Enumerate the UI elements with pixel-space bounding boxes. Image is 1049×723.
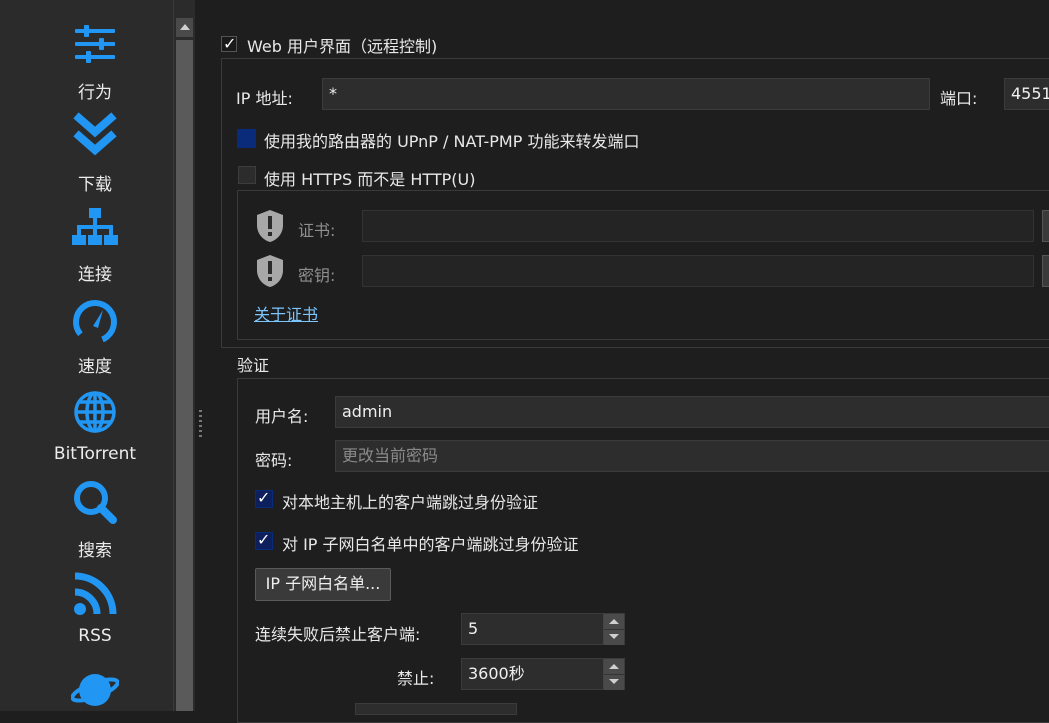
ip-whitelist-button[interactable]: IP 子网白名单...: [255, 568, 391, 601]
sidebar-item-label: BitTorrent: [53, 444, 137, 464]
port-label: 端口:: [940, 89, 978, 108]
sidebar-item-label: 行为: [78, 83, 112, 103]
ip-address-label: IP 地址:: [236, 89, 293, 108]
sidebar-item-label: 下载: [78, 175, 112, 195]
webui-settings-panel: Web 用户界面（远程控制) IP 地址: * 端口: 4551 使用我的路由器…: [207, 0, 1049, 723]
key-input[interactable]: [362, 255, 1034, 287]
spin-down-arrow-icon[interactable]: [604, 629, 624, 645]
splitter-handle[interactable]: [195, 0, 207, 711]
spin-down-arrow-icon[interactable]: [604, 674, 624, 690]
planet-icon: [71, 674, 119, 706]
sidebar-item-behavior[interactable]: 行为: [0, 22, 190, 103]
sidebar-item-label: RSS: [78, 626, 112, 646]
https-checkbox[interactable]: [238, 166, 256, 184]
sidebar-scrollbar[interactable]: [173, 0, 196, 711]
sidebar-item-label: 搜索: [78, 541, 112, 561]
ban-after-failures-spinbox[interactable]: 5: [461, 613, 625, 645]
about-certificates-link[interactable]: 关于证书: [254, 301, 318, 325]
port-input[interactable]: 4551: [1004, 78, 1049, 110]
sidebar-item-downloads[interactable]: 下载: [0, 112, 190, 195]
certificate-label: 证书:: [298, 221, 336, 240]
scroll-up-button[interactable]: [176, 18, 193, 37]
speedometer-icon: [73, 300, 117, 344]
username-label: 用户名:: [255, 407, 309, 426]
certificate-input[interactable]: [362, 210, 1034, 242]
certificate-browse-button[interactable]: [1042, 210, 1049, 242]
bypass-localhost-checkbox[interactable]: [255, 488, 273, 508]
sidebar-item-bittorrent[interactable]: BitTorrent: [0, 388, 190, 464]
username-input[interactable]: admin: [335, 396, 1049, 428]
spinbox-value: 3600秒: [468, 664, 525, 683]
spin-up-arrow-icon[interactable]: [604, 614, 624, 629]
ip-address-input[interactable]: *: [322, 78, 930, 110]
sidebar-item-search[interactable]: 搜索: [0, 478, 190, 561]
rss-icon: [74, 572, 117, 615]
search-icon: [74, 481, 117, 524]
webui-enable-label: Web 用户界面（远程控制): [247, 37, 438, 56]
bypass-localhost-label: 对本地主机上的客户端跳过身份验证: [282, 493, 539, 512]
https-label: 使用 HTTPS 而不是 HTTP(U): [264, 170, 476, 189]
sliders-icon: [75, 25, 115, 63]
double-chevron-down-icon: [73, 112, 117, 156]
scroll-thumb[interactable]: [176, 40, 193, 711]
key-label: 密钥:: [298, 266, 336, 285]
bypass-whitelist-label: 对 IP 子网白名单中的客户端跳过身份验证: [282, 535, 579, 554]
sidebar-item-label: 连接: [78, 265, 112, 285]
key-browse-button[interactable]: [1042, 255, 1049, 287]
spinbox-value: 5: [468, 619, 479, 638]
warning-shield-icon: [257, 210, 283, 242]
warning-shield-icon: [257, 255, 283, 287]
password-input[interactable]: 更改当前密码: [335, 440, 1049, 472]
sidebar-item-label: 速度: [78, 357, 112, 377]
ban-duration-label: 禁止:: [397, 669, 435, 688]
sidebar: 行为 下载 连接 速度 BitTorrent 搜索 RSS: [0, 0, 173, 711]
authentication-section-title: 验证: [237, 356, 270, 375]
session-timeout-spinbox[interactable]: [355, 703, 517, 715]
upnp-label: 使用我的路由器的 UPnP / NAT-PMP 功能来转发端口: [264, 132, 640, 151]
upnp-checkbox[interactable]: [237, 129, 256, 148]
spinbox-arrows: [603, 659, 624, 690]
sidebar-item-connection[interactable]: 连接: [0, 206, 190, 285]
spin-up-arrow-icon[interactable]: [604, 659, 624, 674]
ban-duration-spinbox[interactable]: 3600秒: [461, 658, 625, 690]
globe-icon: [74, 391, 116, 433]
spinbox-arrows: [603, 614, 624, 645]
bypass-whitelist-checkbox[interactable]: [255, 530, 273, 550]
grip-icon: [199, 410, 202, 438]
ban-after-failures-label: 连续失败后禁止客户端:: [255, 625, 421, 644]
sidebar-item-rss[interactable]: RSS: [0, 570, 190, 646]
sidebar-item-advanced[interactable]: [0, 664, 190, 712]
password-label: 密码:: [255, 451, 293, 470]
webui-enable-checkbox[interactable]: [221, 34, 237, 53]
sidebar-item-speed[interactable]: 速度: [0, 298, 190, 377]
network-icon: [72, 208, 118, 245]
